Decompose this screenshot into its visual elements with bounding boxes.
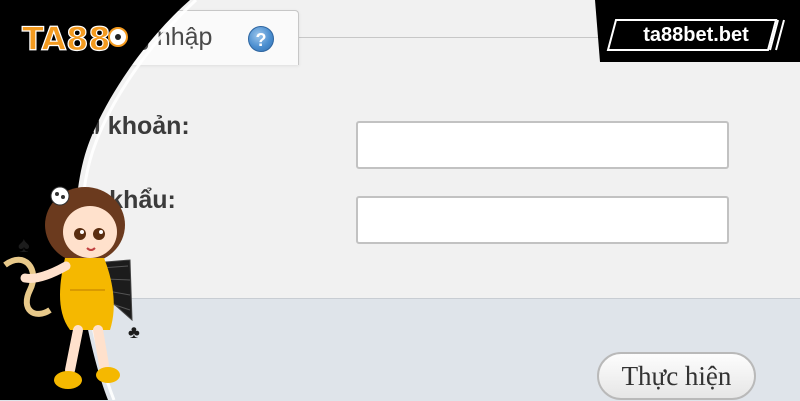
account-label: ài khoản: [80,112,190,140]
submit-button[interactable]: Thực hiện [597,352,756,400]
account-input[interactable] [356,121,729,169]
mascot-girl-image: ♠ ♣ [3,186,140,389]
svg-text:♣: ♣ [128,322,140,342]
login-tab-title: g nhập [136,23,213,51]
site-badge-text: ta88bet.bet [643,24,749,46]
question-icon[interactable]: ? [248,26,274,52]
svg-text:♠: ♠ [18,232,30,257]
logo-text: TA88 [22,20,111,58]
password-input[interactable] [356,196,729,244]
ta88-logo: TA88 [21,19,128,58]
